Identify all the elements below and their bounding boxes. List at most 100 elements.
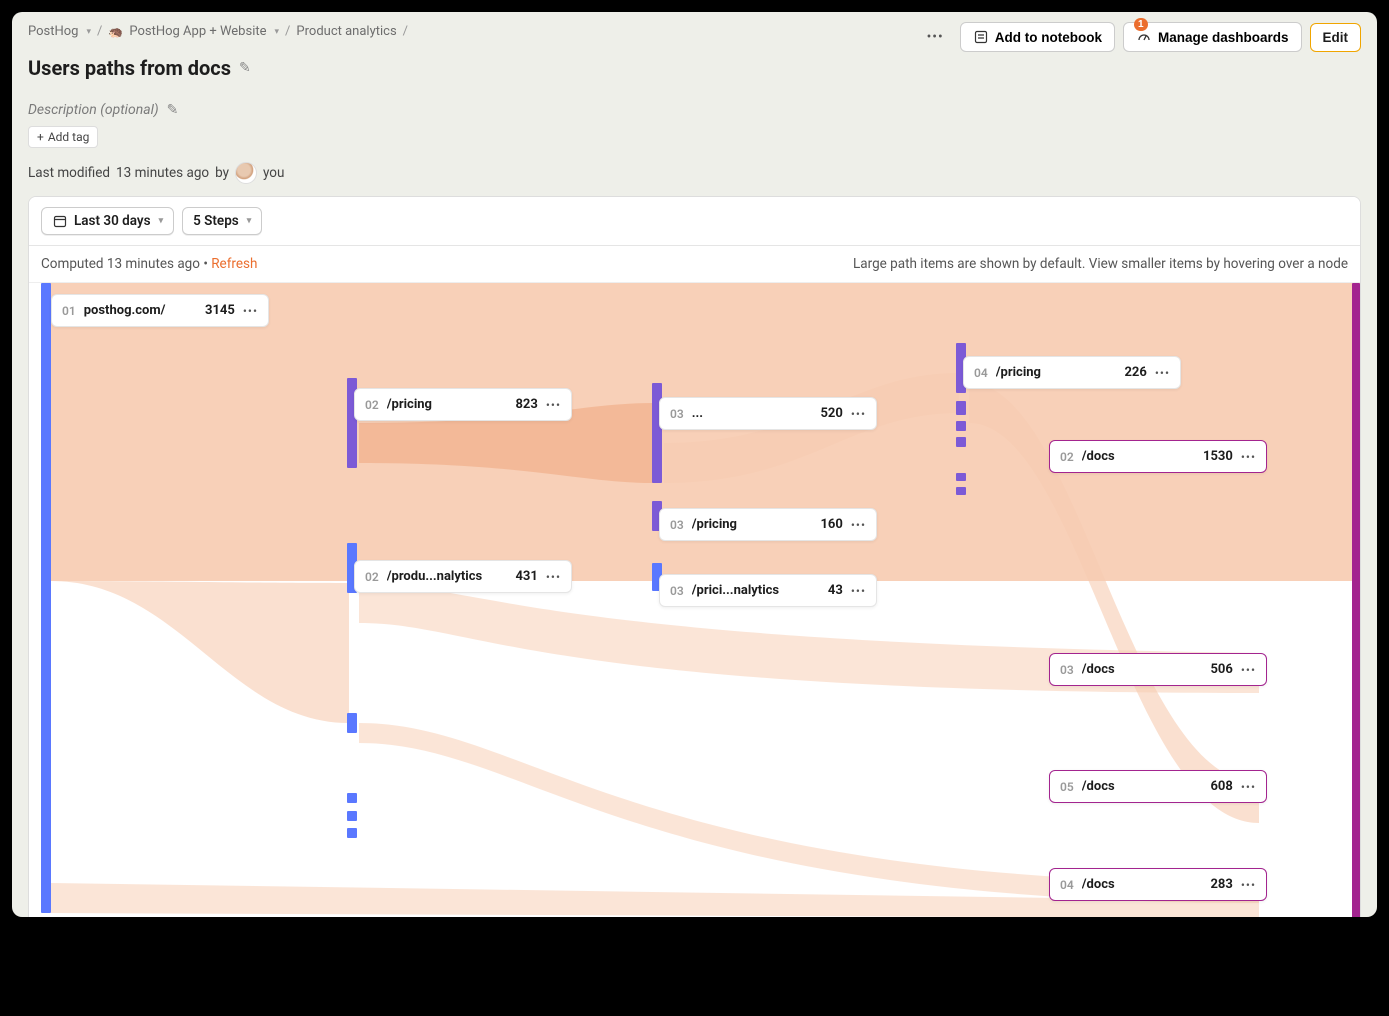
node-more-icon[interactable]: ••• [243, 304, 258, 318]
node-more-icon[interactable]: ••• [1241, 780, 1256, 794]
path-node[interactable]: 04/docs 283 ••• [1049, 868, 1267, 901]
node-label: /docs [1082, 877, 1203, 892]
chevron-down-icon: ▾ [159, 216, 164, 226]
breadcrumb-sep: / [403, 24, 408, 39]
chevron-down-icon: ▾ [86, 27, 91, 37]
tag-row: + Add tag [12, 118, 1377, 148]
date-range-picker[interactable]: Last 30 days ▾ [41, 207, 174, 235]
dashboards-badge: 1 [1134, 18, 1148, 31]
node-count: 1530 [1203, 449, 1233, 464]
path-node[interactable]: 02/docs 1530 ••• [1049, 440, 1267, 473]
top-actions: ••• Add to notebook 1 Manage dashboards … [919, 22, 1361, 52]
avatar [235, 162, 257, 184]
step-bar [956, 421, 966, 431]
refresh-button[interactable]: Refresh [211, 256, 257, 272]
plus-icon: + [37, 130, 44, 144]
date-range-label: Last 30 days [74, 213, 151, 229]
node-label: posthog.com/ [84, 303, 197, 318]
page-title: Users paths from docs [28, 56, 231, 80]
path-node[interactable]: 04/pricing226••• [963, 356, 1181, 389]
node-more-icon[interactable]: ••• [546, 570, 561, 584]
path-node[interactable]: 02/pricing823••• [354, 388, 572, 421]
hog-icon: 🦔 [108, 25, 123, 39]
breadcrumb-sep: / [97, 24, 102, 39]
node-count: 226 [1124, 365, 1146, 380]
node-label: /pricing [387, 397, 508, 412]
step-bar [956, 473, 966, 481]
node-label: /pricing [692, 517, 813, 532]
node-label: /prici...nalytics [692, 583, 820, 598]
description-row: Description (optional) ✎ [12, 80, 1377, 118]
node-more-icon[interactable]: ••• [1241, 663, 1256, 677]
last-modified-by-word: by [215, 165, 229, 181]
steps-picker[interactable]: 5 Steps ▾ [182, 207, 262, 235]
node-more-icon[interactable]: ••• [851, 584, 866, 598]
card-sub: Computed 13 minutes ago • Refresh Large … [29, 246, 1360, 283]
breadcrumb-section[interactable]: Product analytics [296, 24, 396, 39]
node-count: 506 [1210, 662, 1232, 677]
add-tag-label: Add tag [48, 130, 90, 144]
edit-title-icon[interactable]: ✎ [239, 60, 251, 76]
dashboard-icon [1136, 29, 1152, 45]
add-tag-button[interactable]: + Add tag [28, 126, 98, 148]
node-step: 03 [1060, 663, 1074, 677]
node-count: 3145 [205, 303, 235, 318]
computed-time: 13 minutes ago [107, 256, 200, 272]
edit-button[interactable]: Edit [1310, 23, 1362, 52]
node-count: 520 [820, 406, 842, 421]
node-more-icon[interactable]: ••• [546, 398, 561, 412]
path-node[interactable]: 03/pricing160••• [659, 508, 877, 541]
path-node[interactable]: 05/docs608••• [1049, 770, 1267, 803]
node-step: 02 [1060, 450, 1074, 464]
manage-dashboards-button[interactable]: 1 Manage dashboards [1123, 22, 1302, 52]
paths-canvas[interactable]: 01posthog.com/3145•••02/pricing823•••02/… [29, 283, 1360, 917]
last-modified-prefix: Last modified [28, 165, 110, 181]
node-count: 283 [1210, 877, 1232, 892]
add-to-notebook-button[interactable]: Add to notebook [960, 22, 1115, 52]
node-step: 05 [1060, 780, 1074, 794]
path-node[interactable]: 03... 520 ••• [659, 397, 877, 430]
breadcrumb-org[interactable]: PostHog [28, 24, 78, 39]
node-step: 02 [365, 398, 379, 412]
computed-info: Computed 13 minutes ago • Refresh [41, 256, 257, 272]
breadcrumb-project[interactable]: PostHog App + Website [129, 24, 266, 39]
node-label: /docs [1082, 449, 1195, 464]
path-node[interactable]: 03/docs 506 ••• [1049, 653, 1267, 686]
step-bar [347, 793, 357, 803]
node-more-icon[interactable]: ••• [1155, 366, 1170, 380]
chevron-down-icon: ▾ [275, 27, 280, 37]
path-node[interactable]: 01posthog.com/3145••• [51, 294, 269, 327]
node-more-icon[interactable]: ••• [851, 407, 866, 421]
more-menu-button[interactable]: ••• [919, 23, 952, 51]
calendar-icon [52, 213, 68, 229]
topbar: PostHog ▾ / 🦔 PostHog App + Website ▾ / Pr… [12, 12, 1377, 52]
node-count: 431 [515, 569, 537, 584]
node-step: 02 [365, 570, 379, 584]
node-label: /docs [1082, 779, 1203, 794]
node-step: 03 [670, 407, 684, 421]
node-count: 43 [828, 583, 843, 598]
node-more-icon[interactable]: ••• [851, 518, 866, 532]
node-label: ... [692, 406, 813, 421]
node-step: 04 [1060, 878, 1074, 892]
node-more-icon[interactable]: ••• [1241, 878, 1256, 892]
step-bar [347, 828, 357, 838]
node-step: 04 [974, 366, 988, 380]
description-placeholder[interactable]: Description (optional) [28, 102, 159, 118]
edit-label: Edit [1323, 30, 1349, 45]
path-node[interactable]: 03/prici...nalytics43••• [659, 574, 877, 607]
computed-prefix: Computed [41, 256, 104, 272]
add-to-notebook-label: Add to notebook [995, 30, 1102, 45]
node-label: /docs [1082, 662, 1203, 677]
edit-description-icon[interactable]: ✎ [167, 102, 179, 118]
node-more-icon[interactable]: ••• [1241, 450, 1256, 464]
last-modified-by-name: you [263, 165, 284, 181]
step-bar [956, 401, 966, 415]
step-bar [347, 811, 357, 821]
step-bar [347, 713, 357, 733]
query-card: Last 30 days ▾ 5 Steps ▾ Computed 13 min… [28, 196, 1361, 917]
last-modified-time: 13 minutes ago [116, 165, 209, 181]
meta-row: Last modified 13 minutes ago by you [12, 148, 1377, 196]
path-node[interactable]: 02/produ...nalytics431••• [354, 560, 572, 593]
node-count: 160 [820, 517, 842, 532]
